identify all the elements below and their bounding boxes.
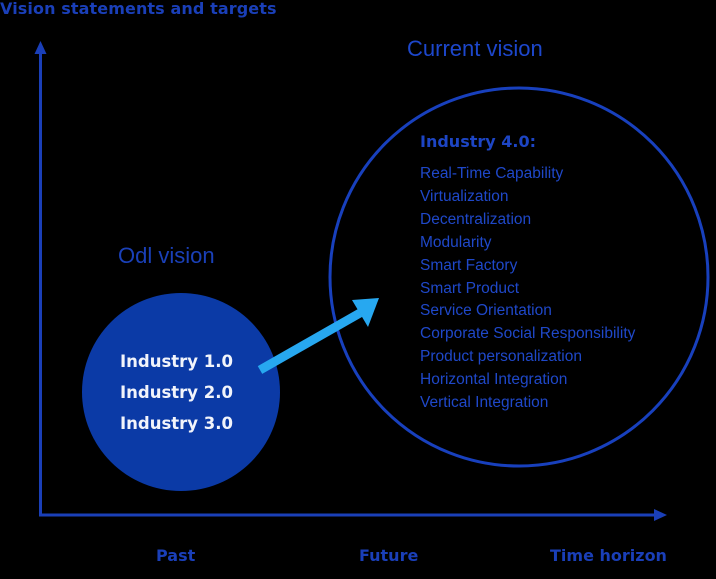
- x-axis-arrowhead: [654, 509, 667, 521]
- industry-4-list: Real-Time Capability Virtualization Dece…: [420, 163, 635, 415]
- list-item: Industry 2.0: [120, 383, 234, 402]
- list-item: Corporate Social Responsibility: [420, 325, 636, 343]
- transition-arrow: [257, 298, 379, 374]
- list-item: Horizontal Integration: [420, 371, 568, 389]
- list-item: Smart Product: [420, 279, 520, 297]
- list-item: Real-Time Capability: [420, 165, 564, 182]
- y-axis-arrowhead: [34, 41, 47, 54]
- x-label-past: Past: [156, 546, 196, 565]
- old-vision-title: Odl vision: [118, 243, 215, 268]
- old-vision-list: Industry 1.0 Industry 2.0 Industry 3.0: [120, 346, 233, 439]
- industry-4-heading: Industry 4.0:: [420, 132, 536, 151]
- list-item: Virtualization: [420, 187, 509, 205]
- current-vision-title: Current vision: [407, 36, 543, 61]
- list-item: Vertical Integration: [420, 394, 549, 412]
- list-item: Modularity: [420, 233, 492, 251]
- x-label-time-horizon: Time horizon: [550, 546, 667, 565]
- x-label-future: Future: [359, 546, 419, 565]
- list-item: Product personalization: [420, 348, 582, 366]
- y-axis-label: Vision statements and targets: [0, 0, 277, 18]
- list-item: Industry 3.0: [120, 414, 234, 433]
- list-item: Decentralization: [420, 210, 532, 228]
- list-item: Service Orientation: [420, 302, 552, 320]
- list-item: Smart Factory: [420, 256, 518, 274]
- list-item: Industry 1.0: [120, 352, 234, 371]
